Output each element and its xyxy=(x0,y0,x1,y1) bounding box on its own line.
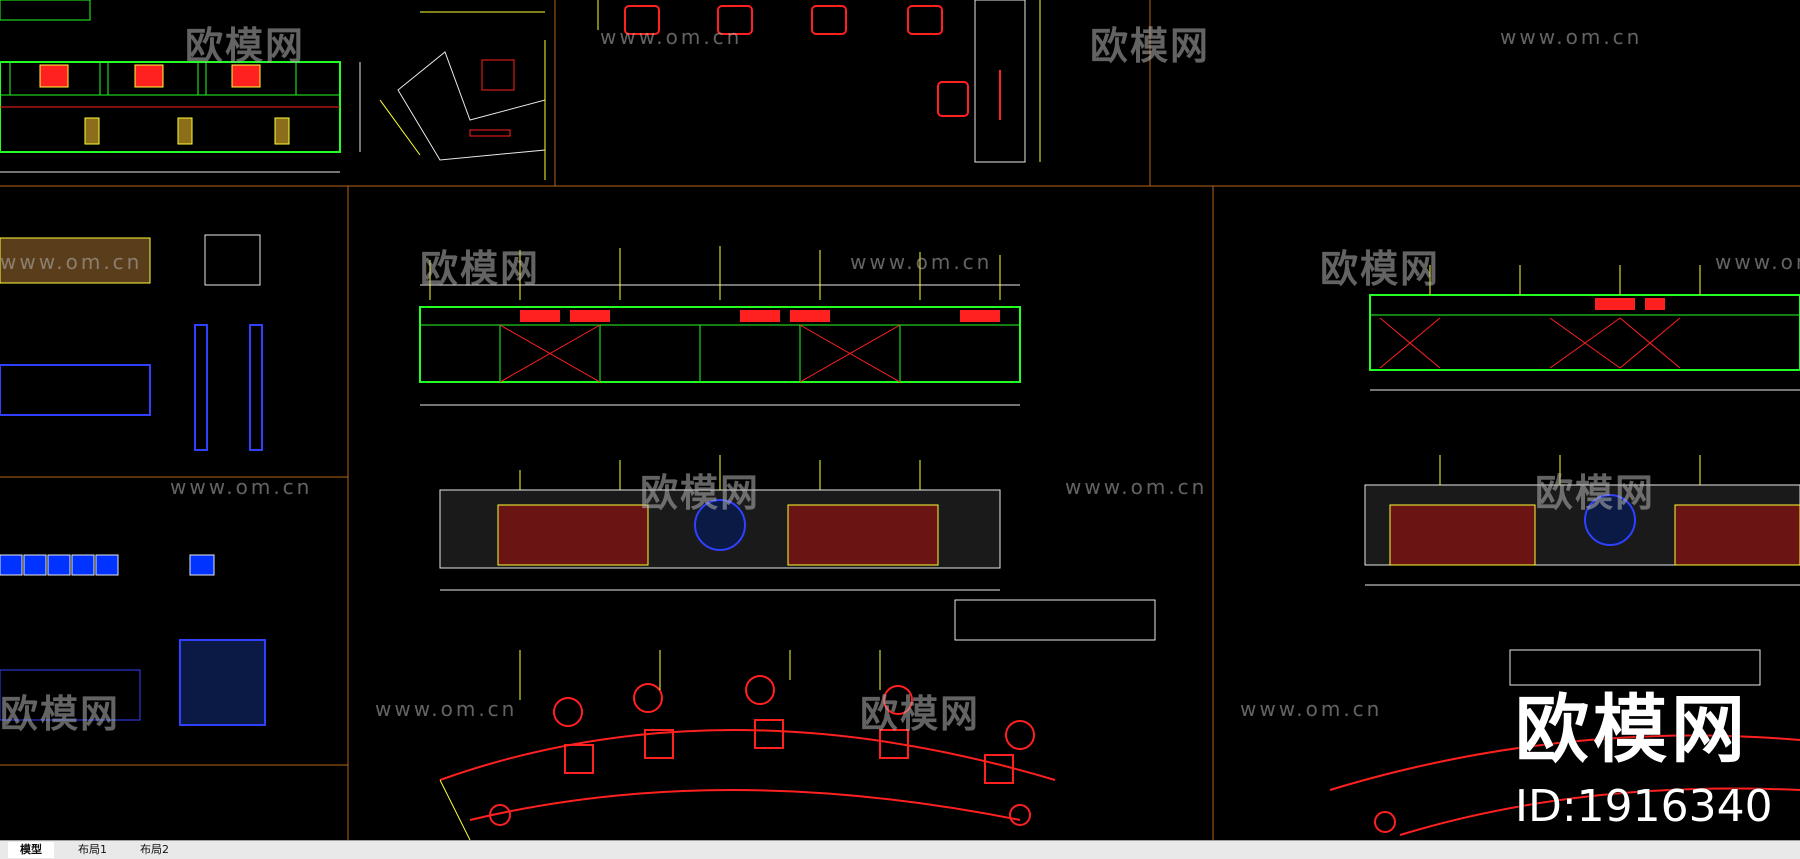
wardrobe-section xyxy=(974,0,1041,163)
tab-layout-1[interactable]: 布局1 xyxy=(66,842,119,858)
chair-row xyxy=(597,0,1001,120)
corner-desk-plan xyxy=(379,11,546,180)
tab-model[interactable]: 模型 xyxy=(8,842,54,858)
watermark-model-id: ID:1916340 xyxy=(1515,781,1773,832)
right-wall-elevation xyxy=(1364,484,1800,686)
center-curved-plan xyxy=(439,675,1056,840)
watermark-brand: 欧模网 ID:1916340 xyxy=(1515,670,1773,832)
layout-tab-bar: 模型 布局1 布局2 xyxy=(0,840,1800,859)
top-left-elevation xyxy=(0,0,361,173)
model-space-canvas[interactable]: 欧模网 欧模网 www.om.cn www.om.cn 欧模网 欧模网 www.… xyxy=(0,0,1800,840)
center-wall-elevation xyxy=(439,489,1156,641)
right-cabinet-elevation xyxy=(1369,294,1800,391)
center-cabinet-elevation xyxy=(419,284,1021,406)
watermark-brand-logo: 欧模网 xyxy=(1515,687,1749,773)
annotation-leaders xyxy=(429,246,1701,700)
left-section-details xyxy=(0,234,266,726)
tab-layout-2[interactable]: 布局2 xyxy=(128,842,181,858)
